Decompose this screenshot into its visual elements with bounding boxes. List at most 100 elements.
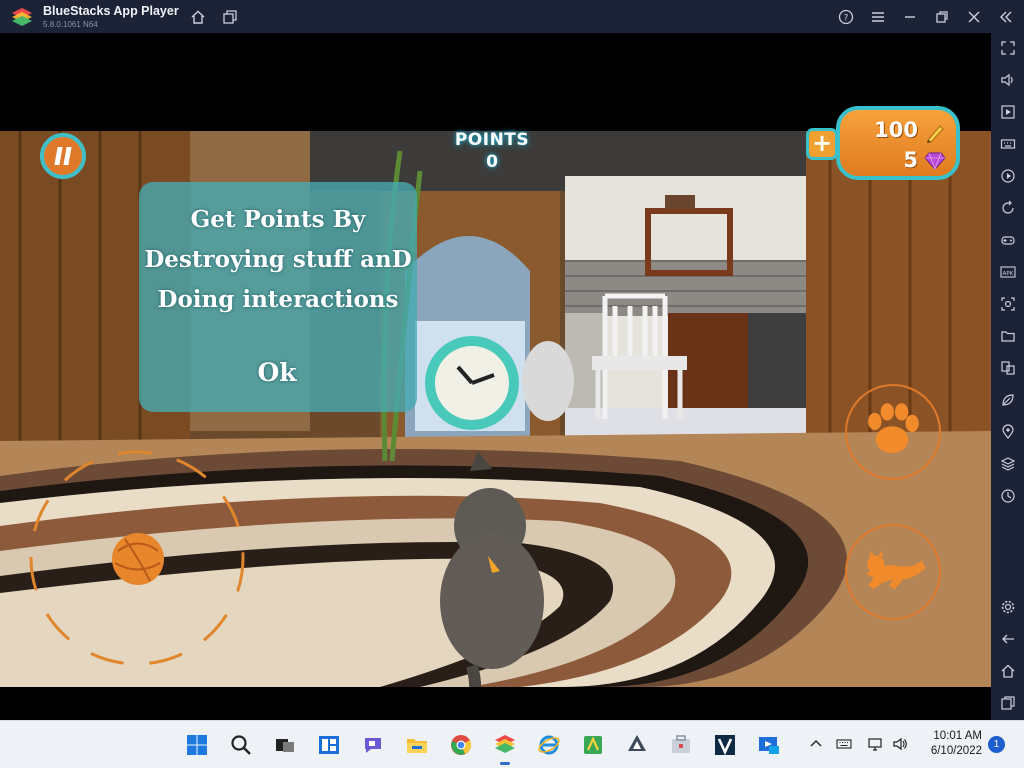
svg-text:?: ? — [844, 14, 849, 24]
multi-instance-icon — [223, 10, 237, 24]
tutorial-message: Get Points By Destroying stuff anD Doing… — [139, 200, 417, 320]
file-explorer-button[interactable] — [401, 729, 433, 761]
chat-button[interactable] — [357, 729, 389, 761]
pause-bar — [63, 147, 72, 165]
ok-button[interactable]: Ok — [239, 358, 315, 394]
pencil-icon — [927, 125, 944, 143]
recent-apps-button[interactable] — [998, 693, 1018, 713]
search-icon — [231, 735, 251, 755]
widgets-icon — [319, 736, 339, 754]
emulator-screen[interactable]: POINTS 0 + 100 5 Get Points By Destroyin… — [0, 33, 991, 720]
minimize-icon — [905, 16, 915, 18]
gem-icon — [924, 152, 946, 170]
toolbox-button[interactable] — [665, 729, 697, 761]
game-controls-button[interactable] — [998, 230, 1018, 250]
close-button[interactable] — [963, 6, 985, 28]
android-studio-icon — [584, 736, 602, 754]
title-bar: BlueStacks App Player 5.8.0.1061 N64 ? — [0, 0, 1024, 33]
keyboard-layout-button[interactable] — [833, 733, 855, 755]
taskbar-clock[interactable]: 10:01 AM 6/10/2022 — [918, 730, 982, 757]
keyboard-icon — [1000, 139, 1016, 149]
coins-count: 100 — [874, 118, 918, 142]
notification-badge[interactable]: 1 — [988, 736, 1005, 753]
multi-instance-sync-button[interactable] — [998, 358, 1018, 378]
task-view-button[interactable] — [269, 729, 301, 761]
network-icon — [868, 738, 882, 751]
start-button[interactable] — [181, 729, 213, 761]
search-button[interactable] — [225, 729, 257, 761]
back-button[interactable] — [998, 629, 1018, 649]
video-player-button[interactable] — [753, 729, 785, 761]
volume-button[interactable] — [998, 70, 1018, 90]
tutorial-line: Doing interactions — [157, 286, 399, 313]
windows-start-icon — [187, 735, 207, 755]
home-icon — [1001, 664, 1015, 678]
points-value: 0 — [486, 152, 498, 172]
back-icon — [1002, 634, 1014, 644]
network-button[interactable] — [864, 733, 886, 755]
widgets-button[interactable] — [313, 729, 345, 761]
chrome-icon — [451, 735, 472, 755]
bluestacks-taskbar-button[interactable] — [489, 729, 521, 765]
task-view-icon — [276, 739, 294, 752]
menu-button[interactable] — [867, 6, 889, 28]
toolbox-icon — [672, 735, 690, 753]
inkscape-button[interactable] — [621, 729, 653, 761]
gems-count: 5 — [903, 148, 918, 172]
folder-icon — [1001, 331, 1015, 342]
android-studio-button[interactable] — [577, 729, 609, 761]
settings-button[interactable] — [998, 597, 1018, 617]
windows-taskbar: 10:01 AM 6/10/2022 1 — [0, 720, 1024, 768]
jump-action-button[interactable] — [845, 524, 941, 620]
tutorial-dialog: Get Points By Destroying stuff anD Doing… — [139, 182, 417, 412]
media-manager-button[interactable] — [998, 102, 1018, 122]
location-button[interactable] — [998, 422, 1018, 442]
points-label: POINTS — [454, 130, 530, 150]
v-app-button[interactable] — [709, 729, 741, 761]
screenshot-icon — [1001, 297, 1015, 311]
folder-button[interactable] — [998, 326, 1018, 346]
clock-time: 10:01 AM — [933, 730, 982, 742]
bluestacks-logo-icon — [12, 8, 32, 26]
inkscape-icon — [628, 735, 646, 751]
menu-icon — [872, 12, 884, 22]
internet-explorer-button[interactable] — [533, 729, 565, 761]
keyboard-icon — [836, 739, 852, 749]
collapse-sidebar-button[interactable] — [995, 6, 1017, 28]
collapse-sidebar-icon — [1000, 11, 1012, 23]
layers-button[interactable] — [998, 454, 1018, 474]
tutorial-line: Destroying stuff anD — [144, 246, 412, 273]
tutorial-line: Get Points By — [190, 206, 366, 233]
movement-joystick[interactable] — [27, 448, 247, 668]
restore-button[interactable] — [931, 6, 953, 28]
screenshot-button[interactable] — [998, 294, 1018, 314]
add-currency-button[interactable]: + — [806, 128, 838, 160]
media-icon — [1001, 105, 1015, 119]
pause-button[interactable] — [40, 133, 86, 179]
points-display: POINTS 0 — [452, 130, 532, 172]
bluestacks-icon — [495, 735, 515, 753]
show-hidden-icons-button[interactable] — [805, 733, 827, 755]
android-home-button[interactable] — [998, 661, 1018, 681]
minimize-button[interactable] — [899, 6, 921, 28]
home-button[interactable] — [187, 6, 209, 28]
volume-tray-button[interactable] — [889, 733, 911, 755]
keyboard-button[interactable] — [998, 134, 1018, 154]
help-icon: ? — [838, 9, 854, 25]
eco-mode-button[interactable] — [998, 390, 1018, 410]
speaker-icon — [893, 737, 907, 751]
multi-instance-icon — [1001, 361, 1015, 375]
rotate-button[interactable] — [998, 198, 1018, 218]
help-button[interactable]: ? — [835, 6, 857, 28]
settings-icon — [1001, 600, 1015, 614]
fullscreen-button[interactable] — [998, 38, 1018, 58]
paw-action-button[interactable] — [845, 384, 941, 480]
multi-instance-button[interactable] — [219, 6, 241, 28]
sync-button[interactable] — [998, 486, 1018, 506]
macro-button[interactable] — [998, 166, 1018, 186]
location-icon — [1002, 424, 1014, 439]
paw-icon — [868, 403, 919, 454]
install-apk-button[interactable]: APK — [998, 262, 1018, 282]
pause-bar — [54, 147, 63, 165]
chrome-button[interactable] — [445, 729, 477, 761]
